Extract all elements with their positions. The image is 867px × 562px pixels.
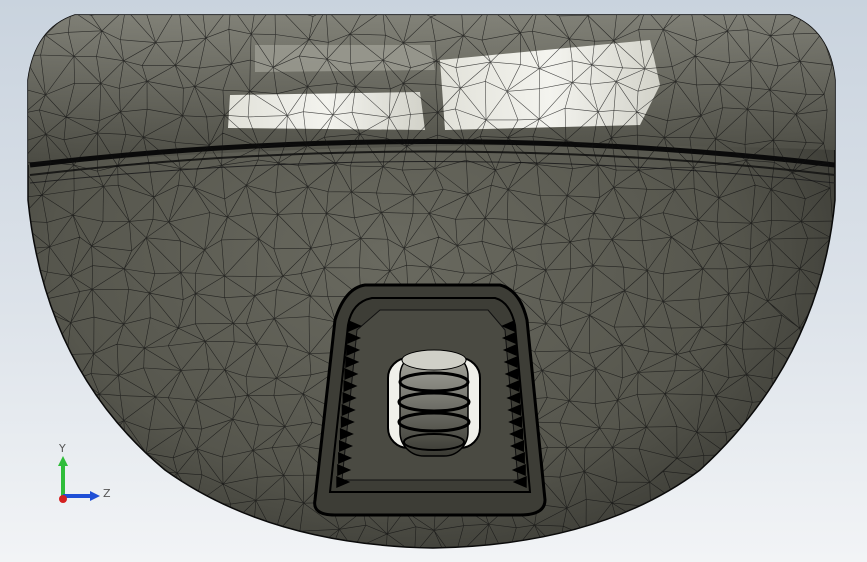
y-axis-arrow-icon [58, 456, 68, 466]
mesh-model[interactable] [0, 0, 867, 562]
center-knob[interactable] [387, 349, 481, 457]
z-axis-label: Z [103, 487, 111, 500]
y-axis-label: Y [59, 442, 66, 455]
highlight-left [228, 92, 425, 130]
z-axis-arrow-icon [90, 491, 100, 501]
graphics-viewport[interactable]: Y Z [0, 0, 867, 562]
x-axis-dot [59, 495, 67, 503]
coordinate-triad[interactable]: Y Z [50, 440, 120, 510]
